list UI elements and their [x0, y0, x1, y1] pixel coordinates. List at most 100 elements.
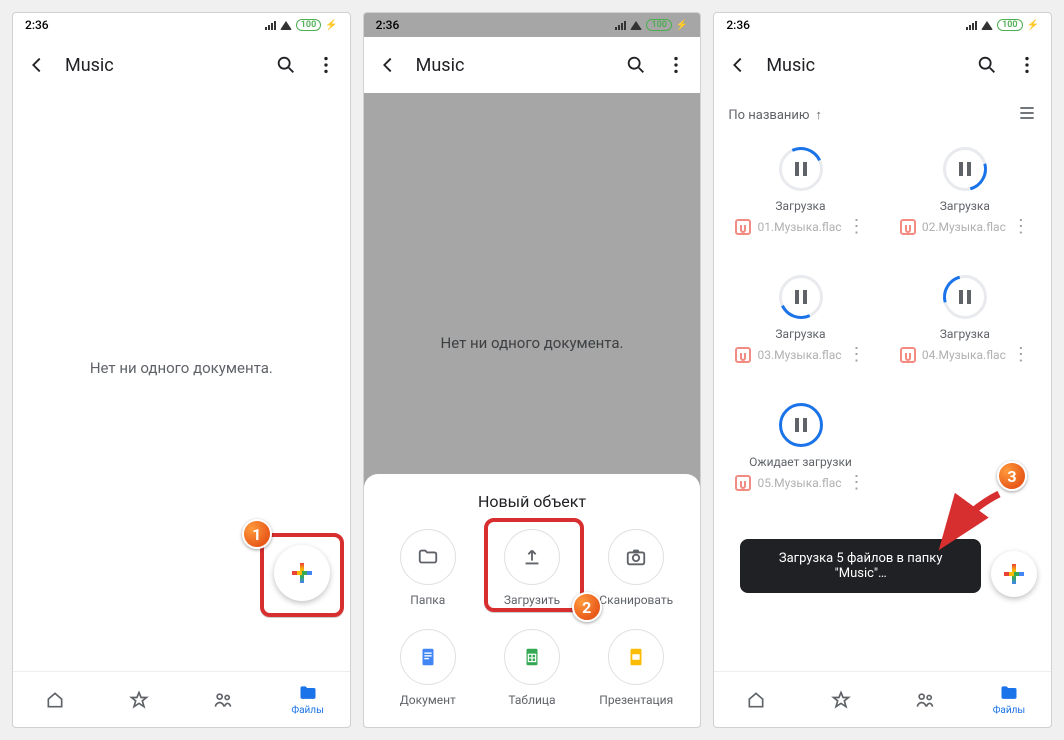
- app-bar: Music: [13, 37, 350, 93]
- screen-2-new-sheet: 2:36 100 ⚡ Music Нет ни одного документа…: [363, 12, 702, 728]
- screen-1-empty-state: 2:36 100 ⚡ Music Нет ни одного документа…: [12, 12, 351, 728]
- overflow-menu-icon[interactable]: [664, 53, 688, 77]
- callout-highlight-2: [484, 518, 584, 612]
- sheet-item-slides[interactable]: Презентация: [584, 629, 688, 707]
- overflow-menu-icon[interactable]: [1015, 53, 1039, 77]
- file-item[interactable]: Ожидает загрузки 05.Музыка.flac ⋮: [718, 403, 882, 491]
- nav-home[interactable]: [714, 672, 798, 727]
- file-name: 05.Музыка.flac: [757, 476, 841, 490]
- empty-state-text: Нет ни одного документа.: [13, 359, 350, 377]
- sheet-item-folder[interactable]: Папка: [376, 529, 480, 607]
- sheet-label: Документ: [400, 693, 456, 707]
- nav-starred[interactable]: [799, 672, 883, 727]
- docs-icon: [400, 629, 456, 685]
- file-status: Ожидает загрузки: [749, 455, 852, 469]
- bottom-nav: Файлы: [13, 671, 350, 727]
- file-status: Загрузка: [775, 199, 825, 213]
- search-icon[interactable]: [624, 53, 648, 77]
- sheet-label: Сканировать: [599, 593, 673, 607]
- content-area: Нет ни одного документа. Новый объект Па…: [364, 93, 701, 727]
- status-bar: 2:36 100 ⚡: [13, 13, 350, 37]
- progress-icon: [943, 275, 987, 319]
- plus-icon: [1004, 564, 1024, 584]
- audio-icon: [735, 347, 751, 363]
- file-more-icon[interactable]: ⋮: [848, 222, 866, 232]
- status-right: 100 ⚡: [615, 19, 688, 31]
- appbar-title: Music: [65, 55, 258, 76]
- nav-files-label: Файлы: [993, 705, 1025, 716]
- nav-starred[interactable]: [97, 672, 181, 727]
- nav-files[interactable]: Файлы: [967, 672, 1051, 727]
- battery-icon: 100: [296, 19, 321, 31]
- signal-icon: [265, 21, 276, 30]
- fab-new[interactable]: [991, 551, 1037, 597]
- file-more-icon[interactable]: ⋮: [1012, 222, 1030, 232]
- progress-icon: [779, 147, 823, 191]
- file-item[interactable]: Загрузка 02.Музыка.flac⋮: [883, 147, 1047, 235]
- charging-icon: ⚡: [676, 20, 688, 31]
- search-icon[interactable]: [274, 53, 298, 77]
- file-more-icon[interactable]: ⋮: [848, 350, 866, 360]
- file-name: 04.Музыка.flac: [922, 348, 1006, 362]
- battery-icon: 100: [997, 19, 1022, 31]
- back-icon[interactable]: [726, 53, 750, 77]
- nav-files[interactable]: Файлы: [266, 672, 350, 727]
- sheet-label: Презентация: [599, 693, 673, 707]
- nav-shared[interactable]: [883, 672, 967, 727]
- sort-arrow-icon: ↑: [816, 107, 823, 123]
- file-status: Загрузка: [775, 327, 825, 341]
- callout-badge-3: 3: [997, 461, 1027, 491]
- file-item[interactable]: Загрузка 01.Музыка.flac ⋮: [718, 147, 882, 235]
- status-right: 100 ⚡: [966, 19, 1039, 31]
- audio-icon: [900, 219, 916, 235]
- file-more-icon[interactable]: ⋮: [1012, 350, 1030, 360]
- progress-icon: [943, 147, 987, 191]
- status-time: 2:36: [376, 18, 400, 32]
- sort-bar[interactable]: По названию ↑: [714, 93, 1051, 137]
- folder-icon: [400, 529, 456, 585]
- file-item[interactable]: Загрузка 03.Музыка.flac⋮: [718, 275, 882, 363]
- status-time: 2:36: [25, 18, 49, 32]
- content-area: Загрузка 01.Музыка.flac ⋮ Загрузка 02.Муз…: [714, 137, 1051, 671]
- wifi-icon: [630, 21, 642, 30]
- file-grid: Загрузка 01.Музыка.flac ⋮ Загрузка 02.Муз…: [714, 137, 1051, 501]
- file-item[interactable]: Загрузка 04.Музыка.flac⋮: [883, 275, 1047, 363]
- charging-icon: ⚡: [325, 20, 337, 31]
- audio-icon: [900, 347, 916, 363]
- signal-icon: [966, 21, 977, 30]
- file-name: 01.Музыка.flac: [757, 220, 841, 234]
- back-icon[interactable]: [376, 53, 400, 77]
- nav-files-label: Файлы: [291, 705, 323, 716]
- sheet-item-scan[interactable]: Сканировать: [584, 529, 688, 607]
- sheet-label: Таблица: [508, 693, 555, 707]
- app-bar: Music: [364, 37, 701, 93]
- audio-icon: [735, 219, 751, 235]
- status-right: 100 ⚡: [265, 19, 338, 31]
- wifi-icon: [981, 21, 993, 30]
- bottom-nav: Файлы: [714, 671, 1051, 727]
- status-time: 2:36: [726, 18, 750, 32]
- battery-icon: 100: [646, 19, 671, 31]
- file-status: Загрузка: [940, 199, 990, 213]
- appbar-title: Music: [766, 55, 959, 76]
- nav-shared[interactable]: [181, 672, 265, 727]
- nav-home[interactable]: [13, 672, 97, 727]
- sheets-icon: [504, 629, 560, 685]
- sheet-item-sheet[interactable]: Таблица: [480, 629, 584, 707]
- camera-icon: [608, 529, 664, 585]
- app-bar: Music: [714, 37, 1051, 93]
- audio-icon: [735, 475, 751, 491]
- overflow-menu-icon[interactable]: [314, 53, 338, 77]
- file-more-icon[interactable]: ⋮: [848, 478, 866, 488]
- callout-arrow-icon: [939, 489, 1009, 553]
- sort-label: По названию: [728, 108, 809, 123]
- sheet-title: Новый объект: [376, 492, 689, 511]
- callout-badge-2: 2: [572, 592, 602, 622]
- signal-icon: [615, 21, 626, 30]
- appbar-title: Music: [416, 55, 609, 76]
- sheet-label: Папка: [410, 593, 445, 607]
- search-icon[interactable]: [975, 53, 999, 77]
- back-icon[interactable]: [25, 53, 49, 77]
- sheet-item-doc[interactable]: Документ: [376, 629, 480, 707]
- view-toggle-icon[interactable]: [1017, 103, 1037, 127]
